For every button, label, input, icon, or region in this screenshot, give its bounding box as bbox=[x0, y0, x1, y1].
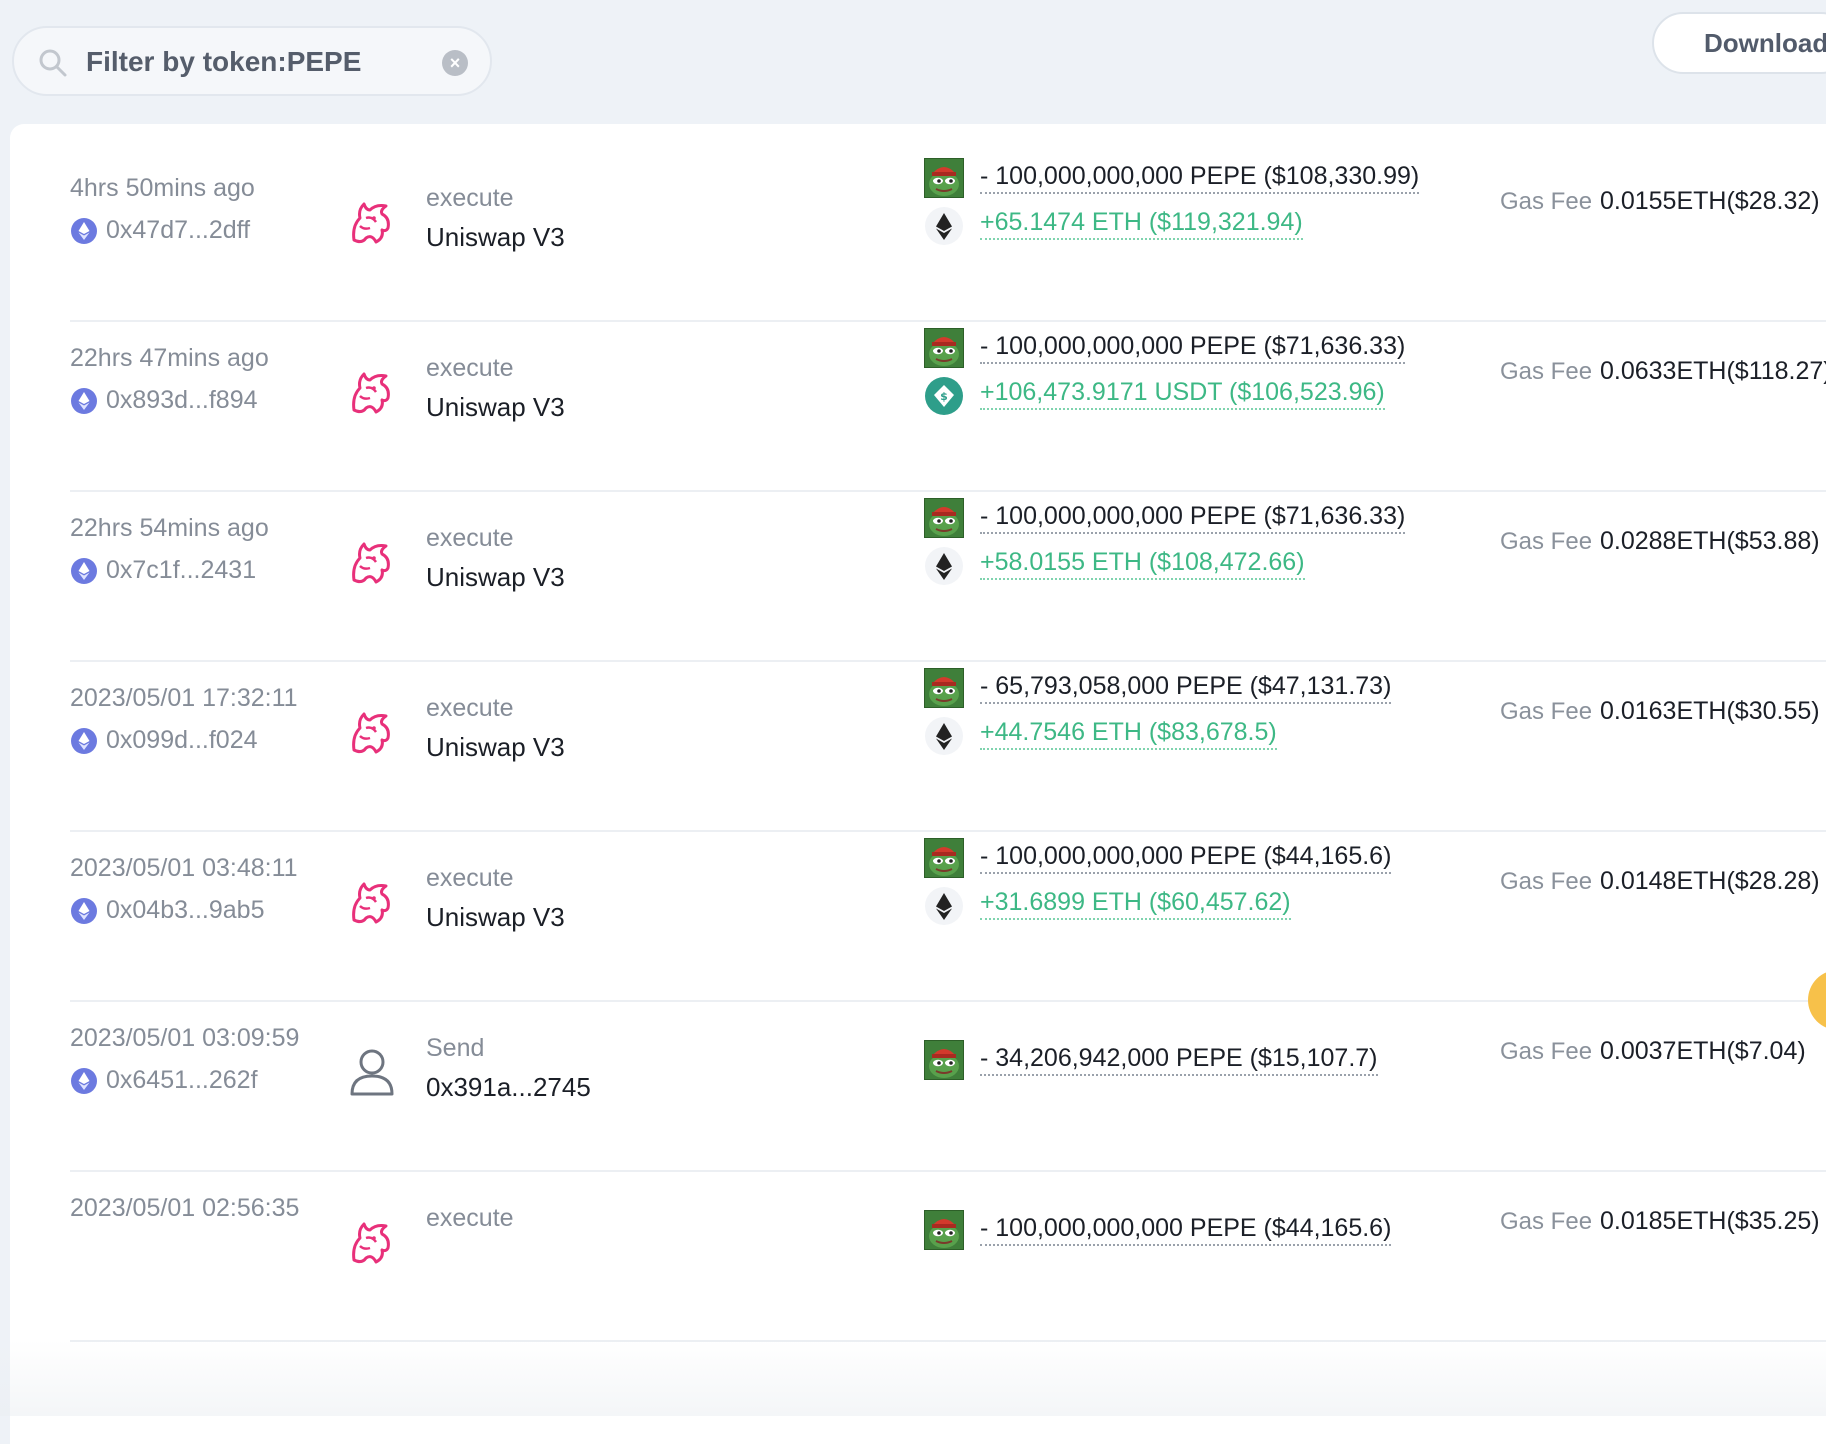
eth-token-icon bbox=[924, 886, 964, 926]
pepe-token-icon bbox=[924, 498, 964, 538]
tx-method: execute bbox=[426, 694, 514, 722]
user-icon bbox=[346, 1046, 398, 1098]
tx-hash-wrap[interactable]: 0x099d...f024 bbox=[70, 726, 258, 756]
outgoing-amount[interactable]: - 100,000,000,000 PEPE ($44,165.6) bbox=[980, 842, 1392, 874]
ethereum-chain-icon bbox=[70, 387, 98, 415]
outgoing-amount[interactable]: - 100,000,000,000 PEPE ($71,636.33) bbox=[980, 502, 1406, 534]
tx-hash-link[interactable]: 0x04b3...9ab5 bbox=[106, 896, 264, 925]
gas-fee-value: 0.0148ETH($28.28) bbox=[1600, 867, 1820, 895]
unicorn-icon bbox=[346, 196, 398, 248]
ethereum-chain-icon bbox=[70, 897, 98, 925]
gas-fee-value: 0.0288ETH($53.88) bbox=[1600, 527, 1820, 555]
transaction-row[interactable]: 2023/05/01 02:56:35 execute - 100,000,000,… bbox=[70, 1144, 1826, 1342]
gas-fee-label: Gas Fee bbox=[1500, 358, 1593, 385]
eth-token-icon bbox=[924, 206, 964, 246]
gas-fee-label: Gas Fee bbox=[1500, 868, 1593, 895]
tx-protocol[interactable]: 0x391a...2745 bbox=[426, 1072, 591, 1103]
outgoing-amount[interactable]: - 65,793,058,000 PEPE ($47,131.73) bbox=[980, 672, 1392, 704]
ethereum-chain-icon bbox=[70, 557, 98, 585]
tx-time: 22hrs 54mins ago bbox=[70, 514, 269, 542]
tx-protocol[interactable]: Uniswap V3 bbox=[426, 732, 565, 763]
tx-hash-wrap[interactable]: 0x6451...262f bbox=[70, 1066, 258, 1096]
pepe-token-icon bbox=[924, 158, 964, 198]
tx-method: execute bbox=[426, 524, 514, 552]
incoming-amount[interactable]: +31.6899 ETH ($60,457.62) bbox=[980, 888, 1291, 920]
incoming-amount[interactable]: +58.0155 ETH ($108,472.66) bbox=[980, 548, 1305, 580]
gas-fee-label: Gas Fee bbox=[1500, 1208, 1593, 1235]
outgoing-amount[interactable]: - 100,000,000,000 PEPE ($71,636.33) bbox=[980, 332, 1406, 364]
unicorn-icon bbox=[346, 1216, 398, 1268]
incoming-amount[interactable]: +65.1474 ETH ($119,321.94) bbox=[980, 208, 1303, 240]
ethereum-chain-icon bbox=[70, 217, 98, 245]
unicorn-icon bbox=[346, 366, 398, 418]
transaction-row[interactable]: 2023/05/01 03:48:11 0x04b3...9ab5 execute U… bbox=[70, 804, 1826, 1002]
transaction-row[interactable]: 4hrs 50mins ago 0x47d7...2dff execute Unisw… bbox=[70, 124, 1826, 322]
tx-hash-link[interactable]: 0x47d7...2dff bbox=[106, 216, 250, 245]
tx-protocol[interactable]: Uniswap V3 bbox=[426, 392, 565, 423]
tx-protocol[interactable]: Uniswap V3 bbox=[426, 902, 565, 933]
tx-time: 2023/05/01 03:09:59 bbox=[70, 1024, 300, 1052]
download-button[interactable]: Download bbox=[1652, 12, 1826, 74]
clear-icon[interactable]: × bbox=[442, 50, 468, 76]
ethereum-chain-icon bbox=[70, 1067, 98, 1095]
tx-hash-link[interactable]: 0x893d...f894 bbox=[106, 386, 258, 415]
tx-method: execute bbox=[426, 354, 514, 382]
outgoing-amount[interactable]: - 34,206,942,000 PEPE ($15,107.7) bbox=[980, 1044, 1378, 1076]
unicorn-icon bbox=[346, 706, 398, 758]
eth-token-icon bbox=[924, 716, 964, 756]
search-icon bbox=[39, 49, 67, 77]
tx-time: 4hrs 50mins ago bbox=[70, 174, 255, 202]
unicorn-icon bbox=[346, 876, 398, 928]
tx-hash-wrap[interactable]: 0x04b3...9ab5 bbox=[70, 896, 264, 926]
gas-fee-label: Gas Fee bbox=[1500, 188, 1593, 215]
tx-hash-link[interactable]: 0x099d...f024 bbox=[106, 726, 258, 755]
gas-fee-label: Gas Fee bbox=[1500, 528, 1593, 555]
top-bar: × Download bbox=[0, 0, 1826, 124]
tx-time: 2023/05/01 17:32:11 bbox=[70, 684, 298, 712]
pepe-token-icon bbox=[924, 1040, 964, 1080]
pepe-token-icon bbox=[924, 838, 964, 878]
token-filter-search[interactable]: × bbox=[12, 26, 492, 96]
gas-fee-value: 0.0185ETH($35.25) bbox=[1600, 1207, 1820, 1235]
tx-hash-wrap[interactable]: 0x893d...f894 bbox=[70, 386, 258, 416]
tx-hash-link[interactable]: 0x7c1f...2431 bbox=[106, 556, 256, 585]
unicorn-icon bbox=[346, 536, 398, 588]
transaction-row[interactable]: 22hrs 54mins ago 0x7c1f...2431 execute Unis… bbox=[70, 464, 1826, 662]
tx-hash-wrap[interactable]: 0x7c1f...2431 bbox=[70, 556, 256, 586]
gas-fee-value: 0.0633ETH($118.27) bbox=[1600, 357, 1826, 385]
tx-protocol[interactable]: Uniswap V3 bbox=[426, 562, 565, 593]
pepe-token-icon bbox=[924, 1210, 964, 1250]
gas-fee-label: Gas Fee bbox=[1500, 1038, 1593, 1065]
usdt-token-icon bbox=[924, 376, 964, 416]
eth-token-icon bbox=[924, 546, 964, 586]
tx-time: 2023/05/01 03:48:11 bbox=[70, 854, 298, 882]
gas-fee-label: Gas Fee bbox=[1500, 698, 1593, 725]
transaction-row[interactable]: 2023/05/01 03:09:59 0x6451...262f Send 0x39… bbox=[70, 974, 1826, 1172]
ethereum-chain-icon bbox=[70, 727, 98, 755]
tx-method: execute bbox=[426, 184, 514, 212]
outgoing-amount[interactable]: - 100,000,000,000 PEPE ($44,165.6) bbox=[980, 1214, 1392, 1246]
tx-protocol[interactable]: Uniswap V3 bbox=[426, 222, 565, 253]
transaction-row[interactable]: 2023/05/01 17:32:11 0x099d...f024 execute U… bbox=[70, 634, 1826, 832]
gas-fee-value: 0.0155ETH($28.32) bbox=[1600, 187, 1820, 215]
gas-fee-value: 0.0163ETH($30.55) bbox=[1600, 697, 1820, 725]
pepe-token-icon bbox=[924, 668, 964, 708]
tx-method: Send bbox=[426, 1034, 485, 1062]
gas-fee-value: 0.0037ETH($7.04) bbox=[1600, 1037, 1806, 1065]
transaction-list: 4hrs 50mins ago 0x47d7...2dff execute Unisw… bbox=[10, 124, 1826, 1444]
incoming-amount[interactable]: +44.7546 ETH ($83,678.5) bbox=[980, 718, 1277, 750]
tx-hash-wrap[interactable]: 0x47d7...2dff bbox=[70, 216, 250, 246]
outgoing-amount[interactable]: - 100,000,000,000 PEPE ($108,330.99) bbox=[980, 162, 1420, 194]
tx-time: 22hrs 47mins ago bbox=[70, 344, 269, 372]
tx-hash-link[interactable]: 0x6451...262f bbox=[106, 1066, 258, 1095]
pepe-token-icon bbox=[924, 328, 964, 368]
tx-method: execute bbox=[426, 864, 514, 892]
tx-time: 2023/05/01 02:56:35 bbox=[70, 1194, 300, 1222]
search-input[interactable] bbox=[84, 40, 428, 84]
tx-method: execute bbox=[426, 1204, 514, 1232]
transaction-row[interactable]: 22hrs 47mins ago 0x893d...f894 execute Unis… bbox=[70, 294, 1826, 492]
incoming-amount[interactable]: +106,473.9171 USDT ($106,523.96) bbox=[980, 378, 1385, 410]
